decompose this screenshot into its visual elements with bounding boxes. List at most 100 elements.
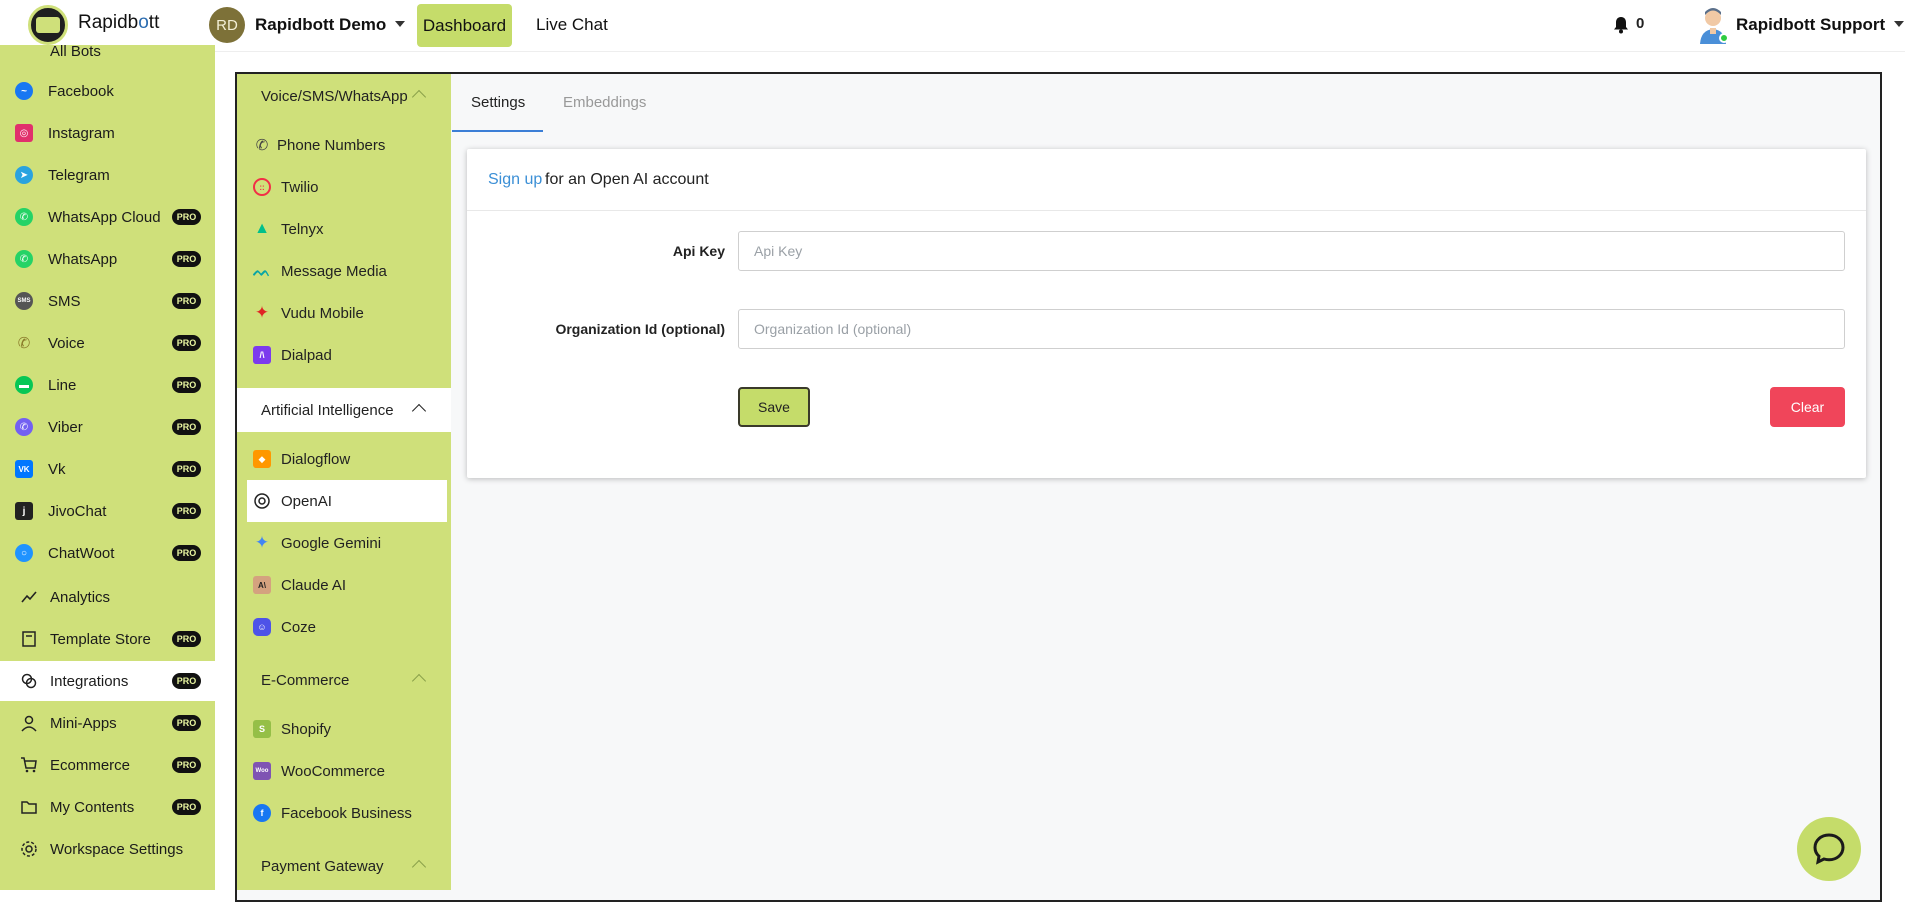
sidebar-item-jivochat[interactable]: j JivoChat PRO: [0, 491, 215, 531]
workspace-avatar[interactable]: RD: [209, 7, 245, 43]
subnav-item-vudu-mobile[interactable]: ✦ Vudu Mobile: [247, 292, 447, 334]
facebook-icon: f: [253, 804, 271, 822]
subnav-item-woocommerce[interactable]: Woo WooCommerce: [247, 750, 447, 792]
sidebar-item-voice[interactable]: ✆ Voice PRO: [0, 323, 215, 363]
chevron-up-icon: [411, 673, 427, 689]
top-bar: Rapidbott RD Rapidbott Demo Dashboard Li…: [0, 0, 1905, 52]
subnav-item-claude-ai[interactable]: A\ Claude AI: [247, 564, 447, 606]
section-voice-sms-whatsapp[interactable]: Voice/SMS/WhatsApp: [237, 74, 451, 118]
subnav-item-phone-numbers[interactable]: ✆ Phone Numbers: [247, 124, 447, 166]
rapidbott-logo-icon[interactable]: [28, 5, 68, 45]
section-payment-gateway[interactable]: Payment Gateway: [237, 844, 451, 888]
sidebar-item-line[interactable]: ▬ Line PRO: [0, 365, 215, 405]
telegram-icon: ➤: [15, 166, 33, 184]
sidebar-item-whatsapp[interactable]: ✆ WhatsApp PRO: [0, 239, 215, 279]
sidebar-item-ecommerce[interactable]: Ecommerce PRO: [0, 745, 215, 785]
integrations-subnav: Voice/SMS/WhatsApp ✆ Phone Numbers :: Tw…: [237, 74, 451, 890]
subnav-item-facebook-business[interactable]: f Facebook Business: [247, 792, 447, 834]
pro-badge: PRO: [172, 461, 201, 477]
main-sidebar: All Bots ~ Facebook ◎ Instagram ➤ Telegr…: [0, 45, 215, 890]
subnav-item-shopify[interactable]: S Shopify: [247, 708, 447, 750]
organization-id-input[interactable]: [738, 309, 1845, 349]
telnyx-icon: ▲: [254, 220, 270, 237]
sidebar-item-telegram[interactable]: ➤ Telegram: [0, 155, 215, 195]
subnav-item-message-media[interactable]: ᨓ Message Media: [247, 250, 447, 292]
pro-badge: PRO: [172, 419, 201, 435]
chevron-up-icon: [411, 403, 427, 419]
pro-badge: PRO: [172, 631, 201, 647]
pro-badge: PRO: [172, 335, 201, 351]
dialogflow-icon: ◆: [253, 450, 271, 468]
tab-embeddings[interactable]: Embeddings: [563, 94, 646, 111]
subnav-item-dialpad[interactable]: /\ Dialpad: [247, 334, 447, 376]
sidebar-item-chatwoot[interactable]: ○ ChatWoot PRO: [0, 533, 215, 573]
whatsapp-icon: ✆: [15, 208, 33, 226]
coze-icon: ☺: [253, 618, 271, 636]
chat-widget-button[interactable]: [1797, 817, 1861, 881]
sidebar-item-my-contents[interactable]: My Contents PRO: [0, 787, 215, 827]
openai-icon: [254, 493, 270, 509]
workspace-selector[interactable]: Rapidbott Demo: [255, 15, 406, 35]
analytics-icon: [21, 591, 37, 603]
chatwoot-icon: ○: [15, 544, 33, 562]
jivochat-icon: j: [15, 502, 33, 520]
chevron-down-icon: [395, 21, 406, 27]
pro-badge: PRO: [172, 293, 201, 309]
signup-link[interactable]: Sign up: [488, 171, 542, 189]
online-status-dot: [1719, 33, 1729, 43]
claude-icon: A\: [253, 576, 271, 594]
api-key-input[interactable]: [738, 231, 1845, 271]
phone-icon: ✆: [255, 137, 269, 154]
subnav-item-dialogflow[interactable]: ◆ Dialogflow: [247, 438, 447, 480]
sidebar-item-all-bots[interactable]: All Bots: [0, 45, 215, 73]
woocommerce-icon: Woo: [253, 762, 271, 780]
folder-icon: [21, 801, 37, 814]
user-menu[interactable]: Rapidbott Support: [1736, 15, 1905, 35]
sidebar-item-mini-apps[interactable]: Mini-Apps PRO: [0, 703, 215, 743]
subnav-item-coze[interactable]: ☺ Coze: [247, 606, 447, 648]
nav-dashboard[interactable]: Dashboard: [417, 4, 512, 47]
sidebar-item-workspace-settings[interactable]: Workspace Settings: [0, 829, 215, 869]
pro-badge: PRO: [172, 545, 201, 561]
section-e-commerce[interactable]: E-Commerce: [237, 658, 451, 702]
pro-badge: PRO: [172, 377, 201, 393]
signup-text: for an Open AI account: [545, 171, 709, 188]
subnav-item-telnyx[interactable]: ▲ Telnyx: [247, 208, 447, 250]
chevron-up-icon: [411, 89, 427, 105]
sidebar-item-template-store[interactable]: Template Store PRO: [0, 619, 215, 659]
nav-live-chat[interactable]: Live Chat: [536, 15, 608, 35]
tab-settings[interactable]: Settings: [471, 94, 525, 111]
integrations-icon: [21, 673, 37, 689]
line-icon: ▬: [15, 376, 33, 394]
section-artificial-intelligence[interactable]: Artificial Intelligence: [237, 388, 451, 432]
sidebar-item-facebook[interactable]: ~ Facebook: [0, 71, 215, 111]
pro-badge: PRO: [172, 757, 201, 773]
gear-icon: [21, 841, 37, 857]
save-button[interactable]: Save: [738, 387, 810, 427]
vudu-icon: ✦: [254, 303, 270, 322]
sidebar-item-viber[interactable]: ✆ Viber PRO: [0, 407, 215, 447]
sidebar-item-whatsapp-cloud[interactable]: ✆ WhatsApp Cloud PRO: [0, 197, 215, 237]
gemini-icon: ✦: [254, 533, 270, 552]
pro-badge: PRO: [172, 209, 201, 225]
sidebar-item-vk[interactable]: VK Vk PRO: [0, 449, 215, 489]
twilio-icon: ::: [253, 178, 271, 196]
sidebar-item-integrations[interactable]: Integrations PRO: [0, 661, 215, 701]
messagemedia-icon: ᨓ: [253, 262, 271, 280]
bell-icon[interactable]: [1613, 16, 1629, 34]
chevron-up-icon: [411, 859, 427, 875]
viber-icon: ✆: [15, 418, 33, 436]
subnav-item-google-gemini[interactable]: ✦ Google Gemini: [247, 522, 447, 564]
instagram-icon: ◎: [15, 124, 33, 142]
subnav-item-openai[interactable]: OpenAI: [247, 480, 447, 522]
sidebar-item-analytics[interactable]: Analytics: [0, 577, 215, 617]
subnav-item-twilio[interactable]: :: Twilio: [247, 166, 447, 208]
sidebar-item-sms[interactable]: SMS SMS PRO: [0, 281, 215, 321]
whatsapp-icon: ✆: [15, 250, 33, 268]
user-icon: [21, 715, 37, 732]
chat-bubble-icon: [1813, 833, 1845, 865]
openai-settings-card: Sign up for an Open AI account Api Key O…: [467, 149, 1866, 478]
sidebar-item-instagram[interactable]: ◎ Instagram: [0, 113, 215, 153]
brand-name: Rapidbott: [78, 12, 160, 33]
clear-button[interactable]: Clear: [1770, 387, 1845, 427]
